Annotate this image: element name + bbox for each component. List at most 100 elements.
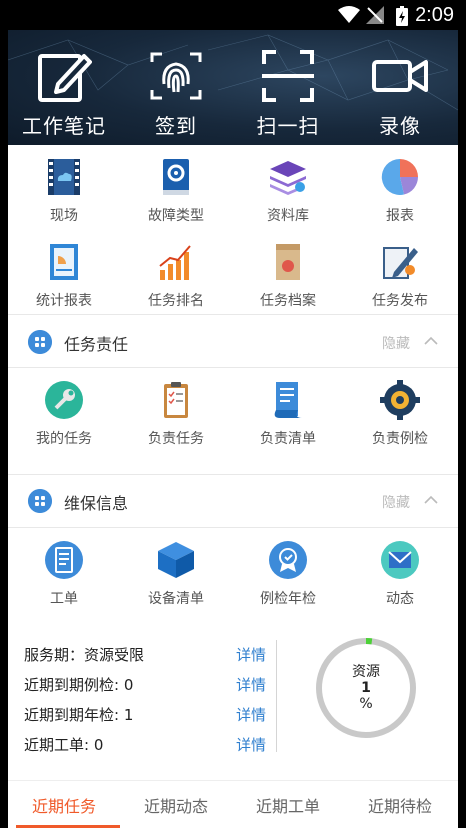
task-section-header: 任务责任 隐藏 xyxy=(8,317,458,369)
library-label: 资料库 xyxy=(267,208,309,224)
info-divider xyxy=(276,640,277,752)
annual-due-row: 近期到期年检: 1 详情 xyxy=(24,700,274,730)
grid-dots-icon xyxy=(28,489,52,513)
video-action[interactable]: 录像 xyxy=(350,48,450,138)
sign-in-action[interactable]: 签到 xyxy=(126,48,226,138)
task-publish-item[interactable]: 任务发布 xyxy=(344,242,456,310)
quick-actions-banner: 工作笔记 签到 扫一扫 录像 xyxy=(8,30,458,145)
task-archive-label: 任务档案 xyxy=(260,293,316,309)
wifi-icon xyxy=(338,6,360,23)
archive-box-icon xyxy=(276,244,300,280)
resource-label: 资源 xyxy=(352,664,380,680)
divider xyxy=(8,527,458,528)
fault-type-item[interactable]: 故障类型 xyxy=(120,157,232,225)
service-period-row: 服务期：资源受限 详情 xyxy=(24,640,274,670)
routine-due-detail-link[interactable]: 详情 xyxy=(236,674,266,695)
grid-dots-icon xyxy=(28,330,52,354)
pen-publish-icon xyxy=(383,247,418,279)
tab-recent-pending[interactable]: 近期待检 xyxy=(344,781,456,828)
news-label: 动态 xyxy=(386,591,414,607)
divider xyxy=(8,474,458,475)
stat-report-label: 统计报表 xyxy=(36,293,92,309)
tab-recent-news[interactable]: 近期动态 xyxy=(120,781,232,828)
scan-action[interactable]: 扫一扫 xyxy=(238,48,338,138)
task-section-hide-button[interactable]: 隐藏 xyxy=(382,333,410,353)
bar-ranking-icon xyxy=(159,245,191,280)
annual-due-detail-link[interactable]: 详情 xyxy=(236,704,266,725)
tab-recent-tasks[interactable]: 近期任务 xyxy=(8,781,120,828)
app-screen: 工作笔记 签到 扫一扫 录像 现场 故障类型 资料库 报表 统计报表 任务排名 … xyxy=(8,30,458,828)
clipboard-check-icon xyxy=(164,382,188,418)
maint-grid: 工单 设备清单 例检年检 动态 xyxy=(8,540,458,630)
chevron-up-icon[interactable] xyxy=(424,335,438,345)
annual-due-text: 近期到期年检: 1 xyxy=(24,706,134,724)
maint-section-header: 维保信息 隐藏 xyxy=(8,476,458,528)
work-order-label: 工单 xyxy=(50,591,78,607)
battery-charging-icon xyxy=(396,6,408,26)
stat-report-icon xyxy=(50,244,78,280)
report-item[interactable]: 报表 xyxy=(344,157,456,225)
resource-value: 1 xyxy=(361,680,371,696)
task-ranking-item[interactable]: 任务排名 xyxy=(120,242,232,310)
resource-unit: % xyxy=(359,696,373,712)
routine-due-text: 近期到期例检: 0 xyxy=(24,676,134,694)
checklist-scroll-icon xyxy=(274,382,302,418)
clock: 2:09 xyxy=(415,4,454,26)
divider xyxy=(8,314,458,315)
scan-label: 扫一扫 xyxy=(256,114,320,138)
service-period-text: 服务期：资源受限 xyxy=(24,646,145,664)
equipment-list-item[interactable]: 设备清单 xyxy=(120,540,232,608)
report-label: 报表 xyxy=(386,208,414,224)
status-bar: 2:09 xyxy=(0,0,466,30)
routine-due-row: 近期到期例检: 0 详情 xyxy=(24,670,274,700)
sign-in-label: 签到 xyxy=(155,114,197,138)
divider xyxy=(8,367,458,368)
responsible-list-item[interactable]: 负责清单 xyxy=(232,380,344,448)
work-orders-text: 近期工单: 0 xyxy=(24,736,104,754)
task-section-title: 任务责任 xyxy=(64,335,129,354)
work-orders-detail-link[interactable]: 详情 xyxy=(236,734,266,755)
my-task-label: 我的任务 xyxy=(36,431,92,447)
news-item[interactable]: 动态 xyxy=(344,540,456,608)
task-archive-item[interactable]: 任务档案 xyxy=(232,242,344,310)
responsible-list-label: 负责清单 xyxy=(260,431,316,447)
stat-report-item[interactable]: 统计报表 xyxy=(8,242,120,310)
responsible-task-item[interactable]: 负责任务 xyxy=(120,380,232,448)
cube-icon xyxy=(158,542,194,578)
equipment-list-label: 设备清单 xyxy=(148,591,204,607)
tab-recent-orders[interactable]: 近期工单 xyxy=(232,781,344,828)
wrench-circle-icon xyxy=(45,381,83,419)
site-item[interactable]: 现场 xyxy=(8,157,120,225)
inspection-item[interactable]: 例检年检 xyxy=(232,540,344,608)
fingerprint-icon xyxy=(150,52,202,100)
chevron-up-icon[interactable] xyxy=(424,494,438,504)
maint-section-hide-button[interactable]: 隐藏 xyxy=(382,492,410,512)
mail-icon xyxy=(381,541,419,579)
work-order-item[interactable]: 工单 xyxy=(8,540,120,608)
pie-chart-icon xyxy=(381,158,418,195)
video-camera-icon xyxy=(372,60,428,92)
work-note-action[interactable]: 工作笔记 xyxy=(14,48,114,138)
my-task-item[interactable]: 我的任务 xyxy=(8,380,120,448)
edit-note-icon xyxy=(38,54,92,102)
stacked-layers-icon xyxy=(270,161,306,195)
work-note-label: 工作笔记 xyxy=(22,114,106,138)
film-cloud-icon xyxy=(48,159,80,195)
maint-section-title: 维保信息 xyxy=(64,494,129,513)
responsible-task-label: 负责任务 xyxy=(148,431,204,447)
responsible-inspection-item[interactable]: 负责例检 xyxy=(344,380,456,448)
scan-icon xyxy=(262,50,314,102)
task-grid: 我的任务 负责任务 负责清单 负责例检 xyxy=(8,380,458,470)
site-label: 现场 xyxy=(50,208,78,224)
no-signal-icon xyxy=(366,6,384,24)
feature-grid: 现场 故障类型 资料库 报表 统计报表 任务排名 任务档案 任务发布 xyxy=(8,157,458,317)
gear-book-icon xyxy=(163,159,189,195)
task-publish-label: 任务发布 xyxy=(372,293,428,309)
service-period-detail-link[interactable]: 详情 xyxy=(236,644,266,665)
video-label: 录像 xyxy=(379,114,421,138)
library-item[interactable]: 资料库 xyxy=(232,157,344,225)
bottom-tabs: 近期任务 近期动态 近期工单 近期待检 xyxy=(8,780,458,828)
gear-inspect-icon xyxy=(380,380,420,420)
task-ranking-label: 任务排名 xyxy=(148,293,204,309)
responsible-inspection-label: 负责例检 xyxy=(372,431,428,447)
